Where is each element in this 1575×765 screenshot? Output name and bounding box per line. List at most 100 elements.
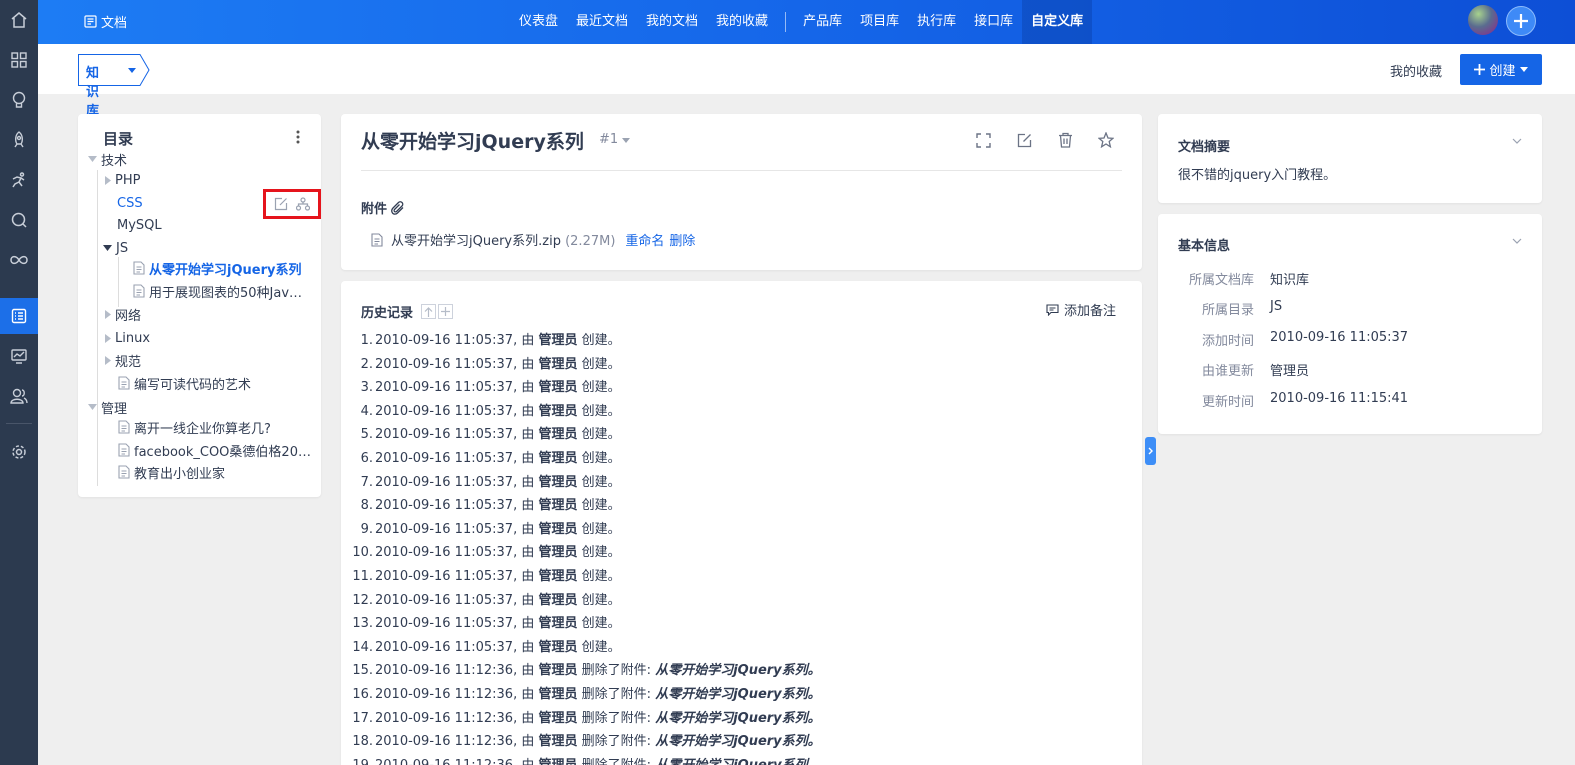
tree-item-management[interactable]: 管理	[88, 397, 127, 417]
history-index: 3.	[360, 380, 373, 396]
version-selector[interactable]: #1	[599, 132, 631, 147]
caret-right-icon	[105, 355, 111, 365]
history-target: 从零开始学习jQuery系列。	[655, 710, 821, 726]
infinity-icon[interactable]	[0, 243, 38, 277]
history-row: 19.2010-09-16 11:12:36, 由 管理员 删除了附件: 从零开…	[341, 754, 820, 765]
fullscreen-icon[interactable]	[976, 133, 991, 148]
rename-link[interactable]: 重命名	[625, 230, 664, 249]
attachment-name[interactable]: 从零开始学习jQuery系列.zip (2.27M)	[391, 230, 615, 249]
version-label: #1	[599, 132, 619, 147]
history-row: 18. 2010-09-16 11:12:36, 由 管理员 删除了附件: 从零开…	[341, 730, 820, 754]
tree-item-tech[interactable]: 技术	[88, 149, 127, 169]
history-row: 1. 2010-09-16 11:05:37, 由 管理员 创建。	[341, 329, 741, 353]
expand-all-button[interactable]	[438, 304, 454, 319]
tree-item-spec[interactable]: 规范	[105, 350, 141, 370]
history-index: 15.	[352, 663, 373, 679]
history-time: 2010-09-16 11:05:37,	[375, 474, 518, 490]
history-by: 由	[521, 521, 535, 537]
tree-item-doc[interactable]: 编写可读代码的艺术	[118, 373, 251, 393]
search-bug-icon[interactable]	[0, 203, 38, 237]
history-by: 由	[521, 380, 535, 396]
tree-item-doc[interactable]: 离开一线企业你算老几?	[118, 417, 271, 437]
avatar[interactable]	[1468, 5, 1498, 35]
chevron-down-icon[interactable]	[1512, 138, 1522, 144]
doc-list-icon[interactable]	[0, 298, 38, 334]
home-icon[interactable]	[0, 3, 38, 37]
tree-item-linux[interactable]: Linux	[105, 328, 150, 348]
add-note-button[interactable]: 添加备注	[1046, 300, 1116, 319]
history-panel: 历史记录 添加备注 1. 2010-09-16 11:05:37, 由 管理员 创…	[341, 281, 1142, 765]
tree-label: CSS	[117, 195, 143, 211]
history-user: 管理员	[538, 356, 578, 372]
history-action: 创建。	[581, 380, 621, 396]
collapse-sidebar-button[interactable]	[1145, 437, 1156, 465]
nav-my-favorites[interactable]: 我的收藏	[707, 0, 777, 44]
tree-item-js[interactable]: JS	[103, 238, 128, 258]
nav-dashboard[interactable]: 仪表盘	[510, 0, 567, 44]
history-by: 由	[521, 474, 535, 490]
settings-icon[interactable]	[0, 435, 38, 469]
history-action: 删除了附件:	[582, 758, 651, 765]
file-icon	[118, 465, 130, 479]
chevron-down-icon[interactable]	[1512, 238, 1522, 244]
sitemap-icon[interactable]	[296, 197, 310, 211]
history-row: 10. 2010-09-16 11:05:37, 由 管理员 创建。	[341, 541, 741, 565]
history-row: 2. 2010-09-16 11:05:37, 由 管理员 创建。	[341, 353, 741, 377]
history-action: 删除了附件:	[581, 663, 652, 679]
nav-recent-docs[interactable]: 最近文档	[567, 0, 637, 44]
edit-icon[interactable]	[274, 197, 288, 211]
sort-asc-button[interactable]	[421, 304, 437, 319]
rocket-icon[interactable]	[0, 123, 38, 157]
history-user: 管理员	[538, 498, 578, 514]
history-text: 2010-09-16 11:12:36, 由 管理员 删除了附件: 从零开始学习…	[375, 754, 821, 765]
star-icon[interactable]	[1098, 132, 1114, 148]
grid-icon[interactable]	[0, 43, 38, 77]
add-note-label: 添加备注	[1063, 304, 1116, 319]
history-row: 14. 2010-09-16 11:05:37, 由 管理员 创建。	[341, 636, 741, 660]
info-key: 所属文档库	[1188, 273, 1254, 288]
brand[interactable]: 文档	[84, 12, 127, 31]
history-action: 创建。	[581, 568, 621, 584]
history-row: 5. 2010-09-16 11:05:37, 由 管理员 创建。	[341, 423, 741, 447]
tree-item-doc[interactable]: 教育出小创业家	[118, 462, 225, 482]
history-user: 管理员	[538, 568, 578, 584]
nav-product-lib[interactable]: 产品库	[794, 0, 851, 44]
tree-item-network[interactable]: 网络	[105, 304, 141, 324]
history-row: 13. 2010-09-16 11:05:37, 由 管理员 创建。	[341, 612, 741, 636]
my-favorites-link[interactable]: 我的收藏	[1390, 61, 1442, 80]
tree-item-current-doc[interactable]: 从零开始学习jQuery系列	[133, 258, 301, 278]
nav-my-docs[interactable]: 我的文档	[637, 0, 707, 44]
nav-project-lib[interactable]: 项目库	[851, 0, 908, 44]
tree-label: 离开一线企业你算老几?	[134, 421, 271, 437]
tree-item-mysql[interactable]: MySQL	[117, 215, 162, 235]
monitor-icon[interactable]	[0, 339, 38, 373]
attachment-filename: 从零开始学习jQuery系列.zip	[391, 234, 561, 249]
history-index: 8.	[360, 498, 373, 514]
runner-icon[interactable]	[0, 163, 38, 197]
lightbulb-icon[interactable]	[0, 83, 38, 117]
attachment-size: (2.27M)	[565, 234, 616, 249]
history-user: 管理员	[538, 686, 578, 702]
tree-item-php[interactable]: PHP	[105, 170, 140, 190]
tree-label: 规范	[115, 354, 142, 370]
info-value: 管理员	[1270, 364, 1310, 379]
nav-divider	[6, 423, 32, 424]
arrow-up-icon	[424, 306, 433, 317]
history-by: 由	[521, 427, 535, 443]
history-row: 17. 2010-09-16 11:12:36, 由 管理员 删除了附件: 从零开…	[341, 707, 820, 731]
nav-execution-lib[interactable]: 执行库	[908, 0, 965, 44]
team-icon[interactable]	[0, 379, 38, 413]
delete-link[interactable]: 删除	[669, 230, 695, 249]
tree-item-doc[interactable]: facebook_COO桑德伯格20…	[118, 440, 311, 460]
edit-icon[interactable]	[1017, 133, 1032, 148]
history-action: 创建。	[581, 474, 621, 490]
history-action: 创建。	[581, 333, 621, 348]
trash-icon[interactable]	[1058, 132, 1073, 148]
nav-custom-lib[interactable]: 自定义库	[1022, 0, 1093, 44]
tree-item-doc[interactable]: 用于展现图表的50种Jav…	[133, 281, 302, 301]
create-button[interactable]: 创建	[1460, 54, 1542, 85]
tree-item-css[interactable]: CSS	[117, 193, 143, 213]
global-create-button[interactable]	[1506, 6, 1536, 36]
more-vertical-icon[interactable]	[296, 130, 300, 144]
nav-api-lib[interactable]: 接口库	[965, 0, 1022, 44]
